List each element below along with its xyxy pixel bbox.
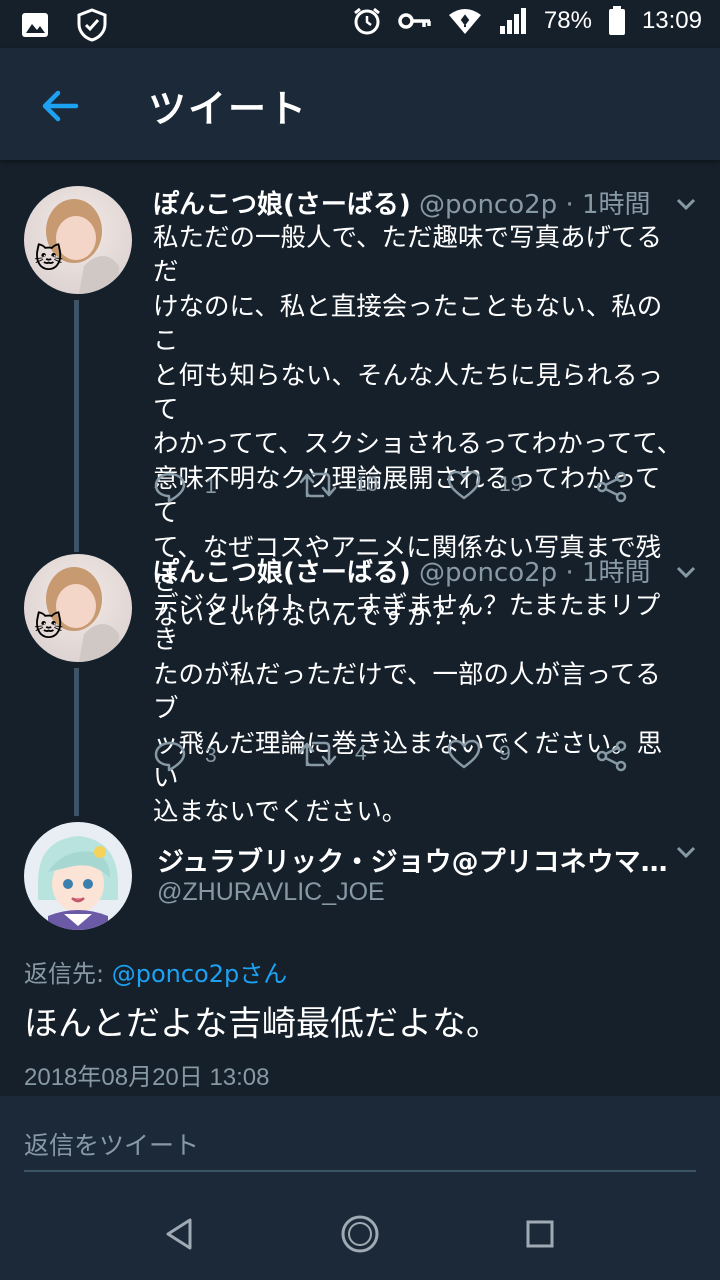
retweet-icon: [299, 741, 337, 767]
reply-icon: [154, 741, 186, 772]
status-bar: 78% 13:09: [0, 0, 720, 48]
tweet-time: · 1時間: [565, 190, 651, 220]
author-handle[interactable]: @ponco2p: [419, 558, 557, 588]
tweet-line: デジタルタトゥーすぎません？たまたまリプき: [153, 591, 661, 656]
tweet-line: と何も知らない、そんな人たちに見られるって: [153, 360, 664, 426]
share-icon: [596, 740, 627, 772]
reply-count: 3: [205, 744, 217, 767]
like-button[interactable]: 9: [447, 739, 511, 769]
nav-home-icon[interactable]: [338, 1212, 382, 1256]
main-tweet-text: ほんとだよな吉崎最低だよな。: [24, 1004, 500, 1044]
tweet-time: · 1時間: [565, 558, 651, 588]
app-header: ツイート: [0, 48, 720, 160]
battery-percent: 78%: [543, 7, 592, 34]
chevron-down-icon[interactable]: [672, 838, 700, 866]
share-icon: [596, 471, 627, 503]
author-handle[interactable]: @ZHURAVLIC_JOE: [157, 878, 385, 907]
tweet-header: ぽんこつ娘(さーばる) @ponco2p · 1時間: [153, 552, 651, 589]
clock: 13:09: [641, 7, 702, 34]
tweet-text: デジタルタトゥーすぎません？たまたまリプき たのが私だっただけで、一部の人が言っ…: [153, 589, 683, 830]
like-count: 19: [499, 473, 523, 496]
chevron-down-icon[interactable]: [672, 190, 700, 218]
tweet-line: 込まないでください。: [153, 797, 408, 828]
wifi-icon: [448, 9, 481, 34]
author-name[interactable]: ぽんこつ娘(さーばる): [153, 190, 411, 220]
reply-to-line: 返信先: @ponco2pさん: [24, 954, 287, 989]
author-name[interactable]: ジュラブリック・ジョウ@プリコネウマ…: [157, 840, 668, 879]
reply-input[interactable]: [24, 1120, 696, 1172]
reply-to-mention[interactable]: @ponco2pさん: [112, 960, 288, 988]
tweet-actions: 1 10 19: [153, 470, 653, 510]
reply-button[interactable]: 1: [153, 470, 217, 504]
thread-connector: [74, 668, 79, 816]
tweet-header: ぽんこつ娘(さーばる) @ponco2p · 1時間: [153, 184, 651, 221]
tweet-actions: 3 4 9: [153, 739, 653, 779]
author-name[interactable]: ぽんこつ娘(さーばる): [153, 558, 411, 588]
nav-recents-icon[interactable]: [518, 1212, 562, 1256]
signal-icon: [499, 8, 526, 34]
thread-connector: [74, 300, 79, 552]
author-handle[interactable]: @ponco2p: [419, 190, 557, 220]
tweet-line: 私ただの一般人で、ただ趣味で写真あげてるだ: [153, 223, 662, 288]
retweet-count: 4: [355, 742, 367, 765]
retweet-button[interactable]: 10: [299, 470, 378, 500]
retweet-icon: [299, 472, 337, 498]
alarm-icon: [353, 7, 380, 35]
reply-button[interactable]: 3: [153, 739, 217, 773]
tweet-timestamp: 2018年08月20日 13:08: [24, 1064, 270, 1091]
reply-count: 1: [205, 475, 217, 498]
chevron-down-icon[interactable]: [672, 558, 700, 586]
share-button[interactable]: [595, 470, 629, 504]
reply-bar: [0, 1096, 720, 1184]
like-button[interactable]: 19: [447, 470, 522, 500]
heart-icon: [447, 739, 481, 769]
tweet-line: わかってて、スクショされるってわかってて、: [153, 429, 683, 460]
image-icon: [22, 13, 48, 37]
retweet-button[interactable]: 4: [299, 739, 367, 769]
battery-icon: [608, 6, 625, 35]
page-title: ツイート: [148, 87, 309, 131]
key-icon: [398, 13, 431, 29]
system-nav-bar: [0, 1184, 720, 1280]
tweet-line: けなのに、私と直接会ったこともない、私のこ: [153, 291, 663, 357]
back-arrow-icon[interactable]: [36, 82, 84, 130]
avatar[interactable]: [24, 822, 132, 930]
reply-to-label: 返信先:: [24, 960, 112, 988]
share-button[interactable]: [595, 739, 629, 773]
nav-back-icon[interactable]: [158, 1212, 202, 1256]
svg-text:🐱: 🐱: [34, 242, 63, 275]
svg-text:🐱: 🐱: [34, 610, 63, 643]
avatar[interactable]: 🐱: [24, 186, 132, 294]
tweet-line: たのが私だっただけで、一部の人が言ってるブ: [153, 659, 661, 725]
heart-icon: [447, 470, 481, 500]
retweet-count: 10: [355, 473, 379, 496]
like-count: 9: [499, 742, 511, 765]
shield-check-icon: [77, 8, 107, 42]
avatar[interactable]: 🐱: [24, 554, 132, 662]
reply-icon: [154, 472, 186, 503]
